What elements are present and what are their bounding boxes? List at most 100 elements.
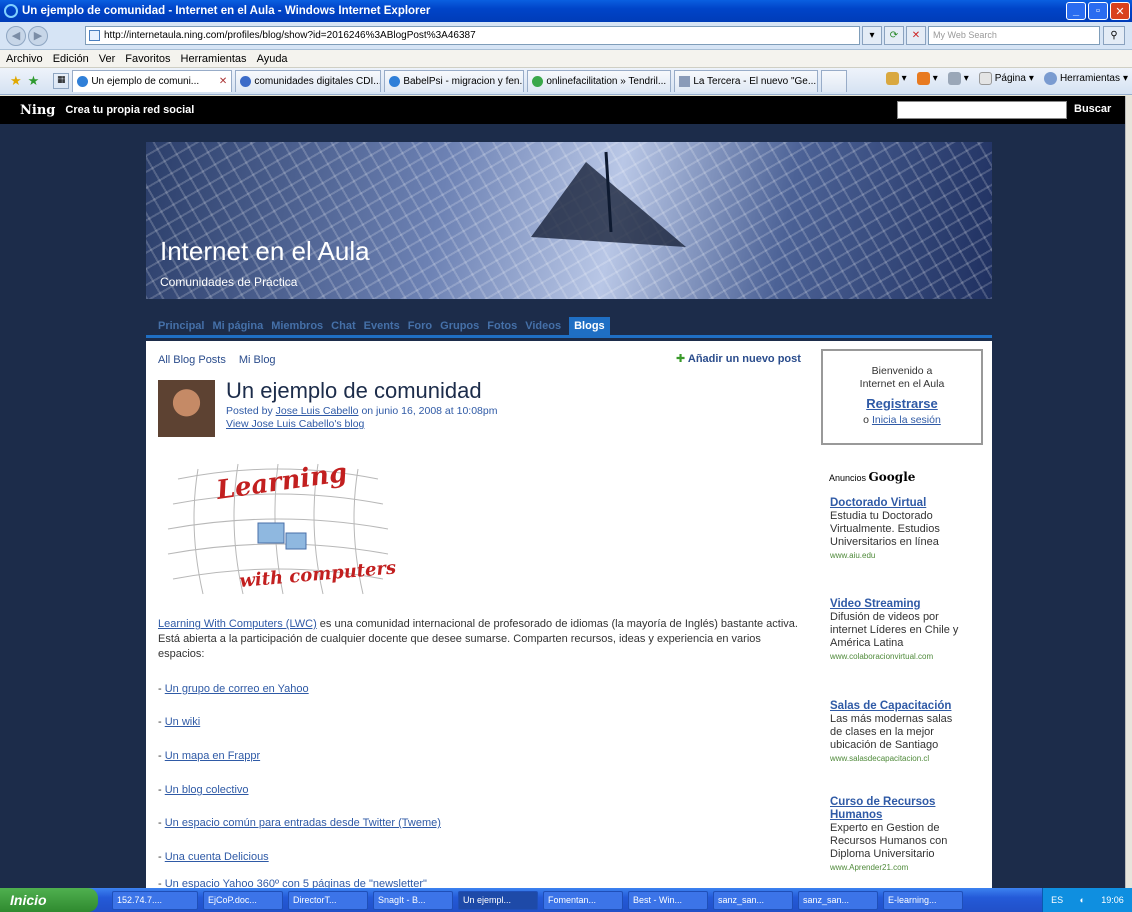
maximize-button[interactable]: ▫ (1088, 2, 1108, 20)
new-tab-button[interactable] (821, 70, 848, 92)
nav-blogs[interactable]: Blogs (569, 317, 610, 335)
taskbar-item[interactable]: Un ejempl... (458, 890, 538, 910)
collective-blog-link[interactable]: Un blog colectivo (165, 784, 249, 796)
ning-search-input[interactable] (897, 101, 1067, 119)
nav-videos[interactable]: Videos (525, 320, 561, 335)
twitter-space-link[interactable]: Un espacio común para entradas desde Twi… (165, 817, 441, 829)
search-icon[interactable]: ⚲ (1103, 26, 1125, 45)
ning-logo[interactable]: Ning (20, 103, 55, 118)
tab-4[interactable]: La Tercera - El nuevo "Ge... (674, 70, 819, 92)
close-tab-icon[interactable]: ✕ (219, 76, 227, 87)
ad-item[interactable]: Doctorado Virtual Estudia tu Doctorado V… (830, 497, 960, 562)
ad-url[interactable]: www.aiu.edu (830, 549, 960, 562)
view-blog-link[interactable]: View Jose Luis Cabello's blog (226, 418, 364, 430)
ad-url[interactable]: www.salasdecapacitacion.cl (830, 752, 960, 765)
author-link[interactable]: Jose Luis Cabello (276, 405, 359, 417)
all-blog-posts-link[interactable]: All Blog Posts (158, 354, 226, 366)
menu-favoritos[interactable]: Favoritos (125, 53, 170, 65)
ning-search-button[interactable]: Buscar (1074, 103, 1111, 115)
nav-principal[interactable]: Principal (158, 320, 204, 335)
browser-window: Un ejemplo de comunidad - Internet en el… (0, 0, 1132, 912)
taskbar-item[interactable]: Best - Win... (628, 890, 708, 910)
nav-chat[interactable]: Chat (331, 320, 355, 335)
delicious-link[interactable]: Una cuenta Delicious (165, 851, 269, 863)
refresh-icon[interactable]: ⟳ (884, 26, 904, 45)
login-link[interactable]: Inicia la sesión (872, 414, 941, 426)
list-item: - Un mapa en Frappr (158, 750, 261, 762)
nav-miembros[interactable]: Miembros (271, 320, 323, 335)
my-blog-link[interactable]: Mi Blog (239, 354, 276, 366)
ad-title[interactable]: Curso de Recursos Humanos (830, 796, 960, 822)
ad-item[interactable]: Curso de Recursos Humanos Experto en Ges… (830, 796, 960, 874)
frappr-map-link[interactable]: Un mapa en Frappr (165, 750, 260, 762)
print-button[interactable]: ▾ (947, 72, 969, 85)
ad-text: Experto en Gestion de Recursos Humanos c… (830, 822, 948, 860)
list-item: - Un espacio Yahoo 360º con 5 páginas de… (158, 878, 427, 888)
add-favorite-icon[interactable]: ★ (28, 73, 40, 89)
yahoo-360-link[interactable]: Un espacio Yahoo 360º con 5 páginas de "… (165, 878, 427, 888)
search-input[interactable]: My Web Search (928, 26, 1100, 45)
add-post-button[interactable]: ✚ Añadir un nuevo post (676, 352, 801, 365)
clock[interactable]: 19:06 (1101, 895, 1124, 905)
ad-item[interactable]: Salas de Capacitación Las más modernas s… (830, 700, 960, 765)
ad-title[interactable]: Video Streaming (830, 598, 960, 611)
post-title: Un ejemplo de comunidad (226, 378, 482, 403)
menu-archivo[interactable]: Archivo (6, 53, 43, 65)
page-icon (532, 76, 544, 87)
ad-item[interactable]: Video Streaming Difusión de videos por i… (830, 598, 960, 663)
tools-menu-button[interactable]: Herramientas ▾ (1043, 72, 1128, 85)
close-button[interactable]: ✕ (1110, 2, 1130, 20)
page-icon (89, 30, 100, 41)
yahoo-group-link[interactable]: Un grupo de correo en Yahoo (165, 683, 309, 695)
ad-url[interactable]: www.colaboracionvirtual.com (830, 650, 960, 663)
taskbar-item[interactable]: sanz_san... (798, 890, 878, 910)
nav-events[interactable]: Events (364, 320, 400, 335)
tab-label: comunidades digitales CDI... (254, 76, 382, 87)
ad-title[interactable]: Salas de Capacitación (830, 700, 960, 713)
feeds-button[interactable]: ▾ (916, 72, 938, 85)
menu-edicion[interactable]: Edición (53, 53, 89, 65)
nav-fotos[interactable]: Fotos (487, 320, 517, 335)
taskbar-item[interactable]: E-learning... (883, 890, 963, 910)
favorites-star-icon[interactable]: ★ (10, 73, 22, 89)
page-menu-button[interactable]: Página ▾ (978, 72, 1034, 85)
tab-1[interactable]: comunidades digitales CDI... (235, 70, 382, 92)
page-scrollbar[interactable] (1125, 96, 1132, 888)
language-indicator[interactable]: ES (1051, 895, 1063, 905)
ning-slogan-link[interactable]: Crea tu propia red social (65, 104, 194, 116)
lwc-link[interactable]: Learning With Computers (LWC) (158, 618, 317, 630)
back-button[interactable]: ◀ (6, 25, 26, 46)
quick-tabs-icon[interactable]: ▦ (53, 73, 70, 89)
minimize-button[interactable]: _ (1066, 2, 1086, 20)
taskbar-item[interactable]: sanz_san... (713, 890, 793, 910)
taskbar-item[interactable]: EjCoP.doc... (203, 890, 283, 910)
ie-logo-icon (4, 4, 18, 18)
menu-ver[interactable]: Ver (99, 53, 116, 65)
tab-2[interactable]: BabelPsi - migracion y fen... (384, 70, 525, 92)
menu-ayuda[interactable]: Ayuda (257, 53, 288, 65)
taskbar-item[interactable]: SnagIt - B... (373, 890, 453, 910)
tab-3[interactable]: onlinefacilitation » Tendril... (527, 70, 672, 92)
google-ads-label: Anuncios Google (829, 470, 915, 484)
address-dropdown-button[interactable]: ▾ (862, 26, 882, 45)
menu-herramientas[interactable]: Herramientas (181, 53, 247, 65)
ad-title[interactable]: Doctorado Virtual (830, 497, 960, 510)
author-avatar[interactable] (158, 380, 215, 437)
taskbar-item[interactable]: DirectorT... (288, 890, 368, 910)
network-icon[interactable]: ◐ (1080, 895, 1085, 905)
nav-foro[interactable]: Foro (408, 320, 432, 335)
register-link[interactable]: Registrarse (823, 397, 981, 410)
taskbar-item[interactable]: 152.74.7.... (112, 890, 198, 910)
forward-button[interactable]: ▶ (28, 25, 48, 46)
wiki-link[interactable]: Un wiki (165, 716, 200, 728)
address-bar[interactable]: http://internetaula.ning.com/profiles/bl… (85, 26, 860, 45)
nav-grupos[interactable]: Grupos (440, 320, 479, 335)
home-button[interactable]: ▾ (885, 72, 907, 85)
site-title[interactable]: Internet en el Aula (160, 236, 370, 267)
nav-mi-pagina[interactable]: Mi página (212, 320, 263, 335)
tab-0[interactable]: Un ejemplo de comuni... ✕ (72, 70, 233, 92)
ad-url[interactable]: www.Aprender21.com (830, 861, 960, 874)
taskbar-item[interactable]: Fomentan... (543, 890, 623, 910)
start-button[interactable]: Inicio (0, 888, 98, 912)
stop-icon[interactable]: ✕ (906, 26, 926, 45)
